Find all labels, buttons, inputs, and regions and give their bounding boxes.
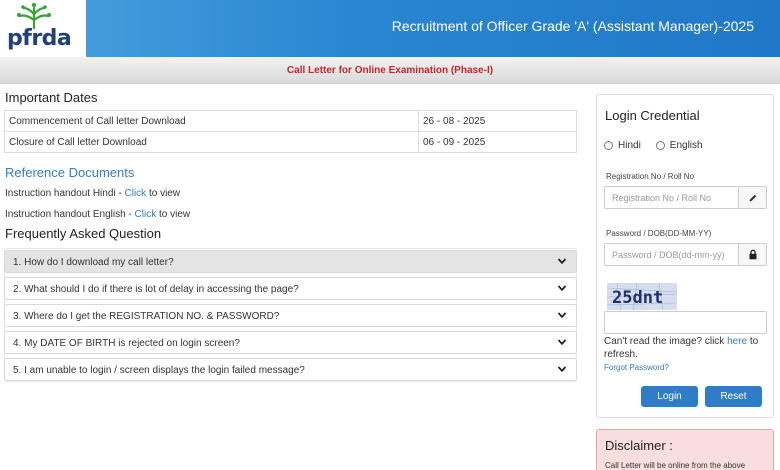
captcha-help: Can't read the image? click here to refr… bbox=[604, 335, 769, 361]
reference-documents-title: Reference Documents bbox=[5, 165, 135, 180]
password-input-group bbox=[604, 243, 767, 266]
header-bar: pfrda Recruitment of Officer Grade 'A' (… bbox=[0, 0, 780, 57]
date-value: 06 - 09 - 2025 bbox=[418, 131, 577, 153]
registration-input-group bbox=[604, 186, 767, 209]
reference-label: Instruction handout English - bbox=[5, 209, 135, 220]
registration-label: Registration No / Roll No bbox=[606, 172, 695, 181]
faq-item-2[interactable]: 2. What should I do if there is lot of d… bbox=[4, 277, 577, 300]
english-radio-label: English bbox=[669, 140, 703, 151]
english-handout-link[interactable]: Click bbox=[135, 209, 157, 220]
logo-text: pfrda bbox=[7, 26, 72, 51]
dates-table: Commencement of Call letter Download 26 … bbox=[4, 110, 577, 153]
disclaimer-title: Disclaimer : bbox=[605, 438, 673, 453]
reference-suffix: to view bbox=[156, 209, 191, 220]
login-button[interactable]: Login bbox=[641, 386, 698, 407]
logo[interactable]: pfrda bbox=[0, 0, 86, 57]
table-row: Closure of Call letter Download 06 - 09 … bbox=[4, 131, 577, 153]
captcha-noise: 25dnt bbox=[607, 283, 677, 310]
faq-item-4[interactable]: 4. My DATE OF BIRTH is rejected on login… bbox=[4, 331, 577, 354]
table-row: Commencement of Call letter Download 26 … bbox=[4, 110, 577, 132]
chevron-down-icon bbox=[557, 366, 567, 373]
forgot-password-link[interactable]: Forgot Password? bbox=[604, 363, 669, 372]
faq-question: 4. My DATE OF BIRTH is rejected on login… bbox=[13, 338, 240, 349]
reference-item-hindi: Instruction handout Hindi - Click to vie… bbox=[5, 188, 180, 199]
chevron-down-icon bbox=[557, 285, 567, 292]
faq-item-5[interactable]: 5. I am unable to login / screen display… bbox=[4, 358, 577, 381]
faq-question: 5. I am unable to login / screen display… bbox=[13, 365, 305, 376]
password-label: Password / DOB(DD-MM-YY) bbox=[606, 229, 712, 238]
date-value: 26 - 08 - 2025 bbox=[418, 110, 577, 132]
faq-item-1[interactable]: 1. How do I download my call letter? bbox=[4, 250, 577, 273]
faq-item-3[interactable]: 3. Where do I get the REGISTRATION NO. &… bbox=[4, 304, 577, 327]
captcha-refresh-link[interactable]: here bbox=[727, 336, 747, 347]
password-input[interactable] bbox=[605, 244, 738, 265]
captcha-image: 25dnt bbox=[607, 283, 677, 310]
faq-question: 3. Where do I get the REGISTRATION NO. &… bbox=[13, 311, 280, 322]
english-radio[interactable] bbox=[655, 141, 665, 150]
chevron-down-icon bbox=[557, 339, 567, 346]
reference-item-english: Instruction handout English - Click to v… bbox=[5, 209, 190, 220]
lock-icon bbox=[738, 244, 766, 265]
hindi-radio[interactable] bbox=[604, 141, 613, 150]
faq-title: Frequently Asked Question bbox=[5, 226, 162, 241]
login-title: Login Credential bbox=[605, 108, 700, 123]
hindi-radio-label: Hindi bbox=[618, 140, 641, 151]
subheader-title: Call Letter for Online Examination (Phas… bbox=[286, 65, 494, 76]
important-dates-title: Important Dates bbox=[5, 90, 98, 105]
login-panel: Login Credential Hindi English Registrat… bbox=[596, 94, 774, 418]
registration-input[interactable] bbox=[605, 187, 738, 208]
chevron-down-icon bbox=[557, 258, 567, 265]
captcha-help-text: Can't read the image? click bbox=[604, 336, 728, 347]
pencil-icon bbox=[738, 187, 766, 208]
captcha-input[interactable] bbox=[604, 311, 767, 334]
language-selector: Hindi English bbox=[604, 140, 718, 151]
hindi-handout-link[interactable]: Click bbox=[125, 188, 147, 199]
reference-suffix: to view bbox=[146, 188, 181, 199]
disclaimer-box: Disclaimer : Call Letter will be online … bbox=[596, 429, 774, 470]
page-title: Recruitment of Officer Grade 'A' (Assist… bbox=[391, 18, 754, 34]
chevron-down-icon bbox=[557, 312, 567, 319]
subheader: Call Letter for Online Examination (Phas… bbox=[0, 57, 780, 84]
reference-label: Instruction handout Hindi - bbox=[5, 188, 125, 199]
captcha-text: 25dnt bbox=[612, 288, 663, 308]
faq-question: 2. What should I do if there is lot of d… bbox=[13, 284, 299, 295]
reset-button[interactable]: Reset bbox=[705, 386, 762, 407]
faq-question: 1. How do I download my call letter? bbox=[13, 257, 174, 268]
date-label: Closure of Call letter Download bbox=[4, 131, 419, 153]
disclaimer-text: Call Letter will be online from the abov… bbox=[605, 461, 746, 470]
date-label: Commencement of Call letter Download bbox=[4, 110, 419, 132]
